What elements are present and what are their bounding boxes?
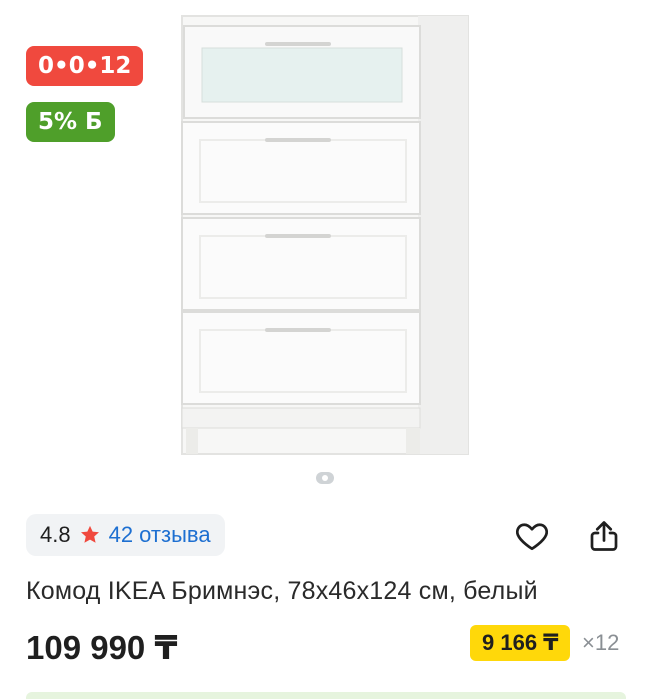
share-button[interactable] — [584, 516, 624, 556]
favorite-button[interactable] — [512, 516, 552, 556]
rating-chip[interactable]: 4.8 42 отзыва — [26, 514, 225, 556]
star-icon — [80, 525, 99, 543]
product-title: Комод IKEA Бримнэс, 78x46x124 см, белый — [26, 577, 538, 605]
pagination-dot[interactable] — [316, 472, 334, 484]
gallery-pagination[interactable] — [316, 472, 334, 484]
rating-value: 4.8 — [40, 522, 71, 547]
installment-months: ×12 — [582, 630, 620, 655]
product-gallery[interactable]: 0•0•12 5% Б — [0, 0, 652, 500]
reviews-link[interactable]: 42 отзыва — [109, 522, 211, 548]
bonus-badge: 5% Б — [26, 102, 115, 142]
share-icon — [590, 521, 618, 551]
monthly-payment-badge[interactable]: 9 166 ₸ — [470, 625, 571, 661]
promo-banner[interactable] — [26, 692, 626, 699]
product-price: 109 990 ₸ — [26, 629, 178, 666]
heart-icon — [515, 523, 549, 551]
installment-badge: 0•0•12 — [26, 46, 144, 86]
dresser-image — [181, 15, 469, 455]
